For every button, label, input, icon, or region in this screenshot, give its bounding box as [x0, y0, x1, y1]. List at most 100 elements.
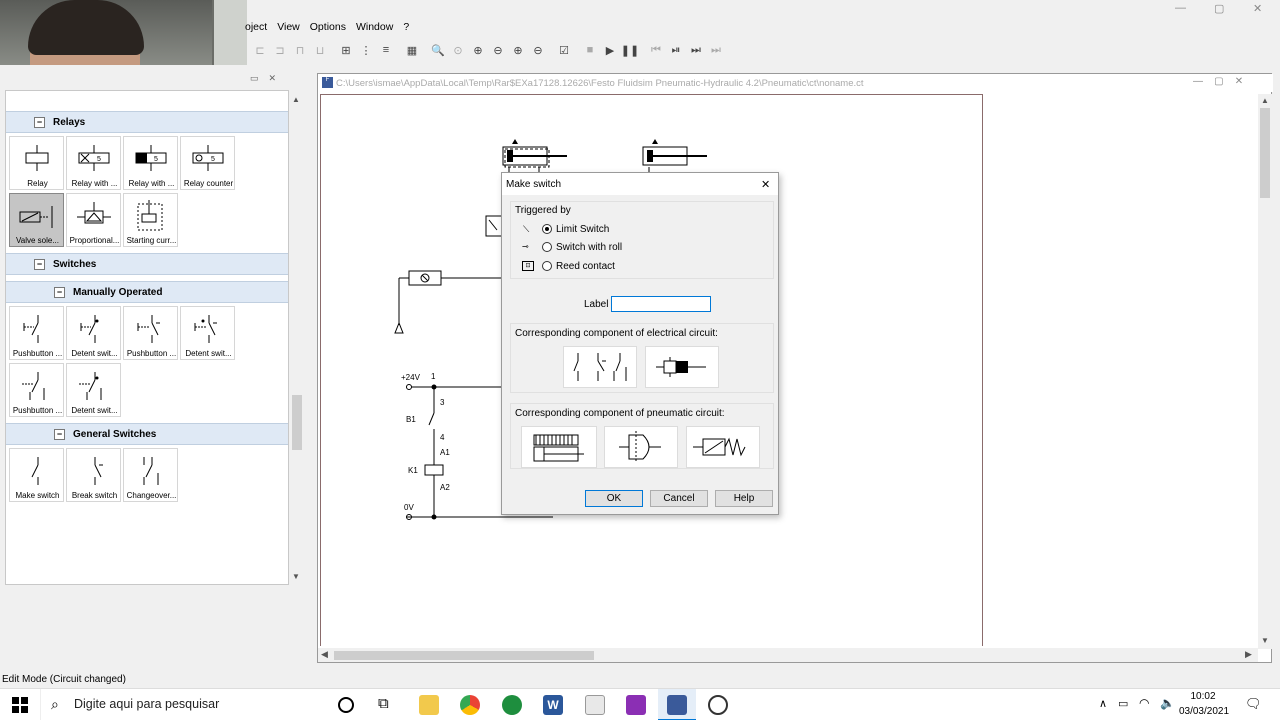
scroll-up-icon[interactable]: ▲ — [1261, 96, 1269, 105]
pause-icon[interactable]: ❚❚ — [620, 40, 640, 60]
tile-break-switch[interactable]: Break switch — [66, 448, 121, 502]
pneumatic-valve-preview[interactable] — [686, 426, 760, 468]
section-manually-operated[interactable]: − Manually Operated — [6, 281, 288, 303]
menu-window[interactable]: Window — [356, 21, 393, 33]
vertical-scroll-thumb[interactable] — [1260, 108, 1270, 198]
pneumatic-sensor-preview[interactable] — [604, 426, 678, 468]
tile-pushbutton-make[interactable]: Pushbutton ... — [9, 306, 64, 360]
horizontal-scrollbar[interactable]: ◀ ▶ — [318, 648, 1258, 662]
close-icon[interactable]: ✕ — [1253, 2, 1262, 15]
tile-detent-switch-changeover[interactable]: Detent swit... — [66, 363, 121, 417]
collapse-icon[interactable]: − — [34, 116, 45, 128]
clock-time[interactable]: 10:02 — [1178, 691, 1228, 702]
tile-proportional-valve[interactable]: Proportional... — [66, 193, 121, 247]
radio-limit-switch[interactable] — [542, 224, 552, 234]
play-icon[interactable]: ▶ — [600, 40, 620, 60]
obs-icon[interactable] — [708, 695, 728, 715]
cylinder-2[interactable] — [642, 139, 707, 173]
section-switches[interactable]: − Switches — [6, 253, 288, 275]
windows-start-icon[interactable] — [12, 697, 28, 713]
cancel-button[interactable]: Cancel — [650, 490, 708, 507]
tile-detent-switch-break[interactable]: Detent swit... — [180, 306, 235, 360]
tile-pushbutton-break[interactable]: Pushbutton ... — [123, 306, 178, 360]
menu-options[interactable]: Options — [310, 21, 346, 33]
menu-help[interactable]: ? — [403, 21, 409, 33]
distribute-icon[interactable]: ⊞ — [336, 40, 356, 60]
tile-starting-current[interactable]: Starting curr... — [123, 193, 178, 247]
volume-icon[interactable]: 🔈 — [1160, 696, 1175, 710]
clock-date[interactable]: 03/03/2021 — [1175, 706, 1233, 717]
zoom-selection-icon[interactable]: ⊕ — [468, 40, 488, 60]
scroll-right-icon[interactable]: ▶ — [1245, 649, 1252, 660]
distribute-v-icon[interactable]: ≡ — [376, 40, 396, 60]
electrical-sensor-preview[interactable] — [645, 346, 719, 388]
zoom-window-icon[interactable]: ⊙ — [448, 40, 468, 60]
valve-solenoid[interactable] — [394, 270, 501, 334]
fluidsim-taskbar-item[interactable] — [658, 689, 696, 720]
scroll-up-icon[interactable]: ▲ — [292, 95, 300, 104]
cylinder-1[interactable] — [502, 139, 567, 173]
tile-relay[interactable]: Relay — [9, 136, 64, 190]
doc-close-icon[interactable]: ✕ — [1235, 76, 1243, 87]
radio-switch-with-roll[interactable] — [542, 242, 552, 252]
tile-relay-with-delay[interactable]: 5 Relay with ... — [66, 136, 121, 190]
word-icon[interactable]: W — [543, 695, 563, 715]
zoom-out-icon[interactable]: ⊖ — [528, 40, 548, 60]
cortana-icon[interactable] — [338, 697, 354, 713]
scroll-down-icon[interactable]: ▼ — [292, 572, 300, 581]
library-restore-icon[interactable]: ▭ — [250, 73, 259, 83]
ok-button[interactable]: OK — [585, 490, 643, 507]
step-to-end-icon[interactable]: ⏭ — [686, 40, 706, 60]
section-general-switches[interactable]: − General Switches — [6, 423, 288, 445]
align-top-icon[interactable]: ⊔ — [310, 40, 330, 60]
radio-switch-with-roll-label[interactable]: Switch with roll — [556, 242, 622, 253]
single-step-icon[interactable]: ⏯ — [666, 40, 686, 60]
vertical-scrollbar[interactable]: ▲ ▼ — [1258, 94, 1272, 649]
radio-limit-switch-label[interactable]: Limit Switch — [556, 224, 609, 235]
collapse-icon[interactable]: − — [54, 286, 65, 298]
dialog-close-icon[interactable]: ✕ — [761, 178, 770, 191]
minimize-icon[interactable]: — — [1175, 2, 1186, 14]
align-center-icon[interactable]: ⊐ — [270, 40, 290, 60]
doc-maximize-icon[interactable]: ▢ — [1214, 76, 1223, 87]
scroll-left-icon[interactable]: ◀ — [321, 649, 328, 660]
tile-changeover-switch[interactable]: Changeover... — [123, 448, 178, 502]
library-scrollbar-thumb[interactable] — [292, 395, 302, 450]
section-relays[interactable]: − Relays — [6, 111, 288, 133]
file-explorer-icon[interactable] — [419, 695, 439, 715]
radio-reed-contact[interactable] — [542, 261, 552, 271]
chrome-profile-icon[interactable] — [502, 695, 522, 715]
align-left-icon[interactable]: ⊏ — [250, 40, 270, 60]
help-button[interactable]: Help — [715, 490, 773, 507]
winrar-icon[interactable] — [626, 695, 646, 715]
horizontal-scroll-thumb[interactable] — [334, 651, 594, 660]
collapse-icon[interactable]: − — [54, 428, 65, 440]
tile-make-switch[interactable]: Make switch — [9, 448, 64, 502]
menu-project[interactable]: oject — [245, 21, 267, 33]
tile-valve-solenoid[interactable]: Valve sole... — [9, 193, 64, 247]
distribute-h-icon[interactable]: ⋮ — [356, 40, 376, 60]
pneumatic-cylinder-preview[interactable] — [521, 426, 597, 468]
taskbar-search-box[interactable]: ⌕ Digite aqui para pesquisar — [40, 689, 322, 720]
task-view-icon[interactable]: ⧉ — [378, 695, 389, 712]
library-close-icon[interactable]: ✕ — [269, 73, 277, 83]
tile-relay-with-release-delay[interactable]: 5 Relay with ... — [123, 136, 178, 190]
label-input[interactable] — [611, 296, 711, 312]
java-icon[interactable] — [585, 695, 605, 715]
step-forward-icon[interactable]: ⏭ — [706, 40, 726, 60]
zoom-previous-icon[interactable]: ⊖ — [488, 40, 508, 60]
grid-icon[interactable]: ▦ — [402, 40, 422, 60]
maximize-icon[interactable]: ▢ — [1214, 2, 1224, 15]
check-drawing-icon[interactable]: ☑ — [554, 40, 574, 60]
reset-icon[interactable]: ⏮ — [646, 40, 666, 60]
chevron-up-icon[interactable]: ∧ — [1099, 697, 1107, 710]
tile-detent-switch-make[interactable]: Detent swit... — [66, 306, 121, 360]
align-right-icon[interactable]: ⊓ — [290, 40, 310, 60]
menu-view[interactable]: View — [277, 21, 300, 33]
collapse-icon[interactable]: − — [34, 258, 45, 270]
tile-pushbutton-changeover[interactable]: Pushbutton ... — [9, 363, 64, 417]
electrical-switch-preview[interactable] — [563, 346, 637, 388]
chrome-icon[interactable] — [460, 695, 480, 715]
zoom-in-icon[interactable]: ⊕ — [508, 40, 528, 60]
battery-icon[interactable]: ▭ — [1118, 697, 1128, 710]
